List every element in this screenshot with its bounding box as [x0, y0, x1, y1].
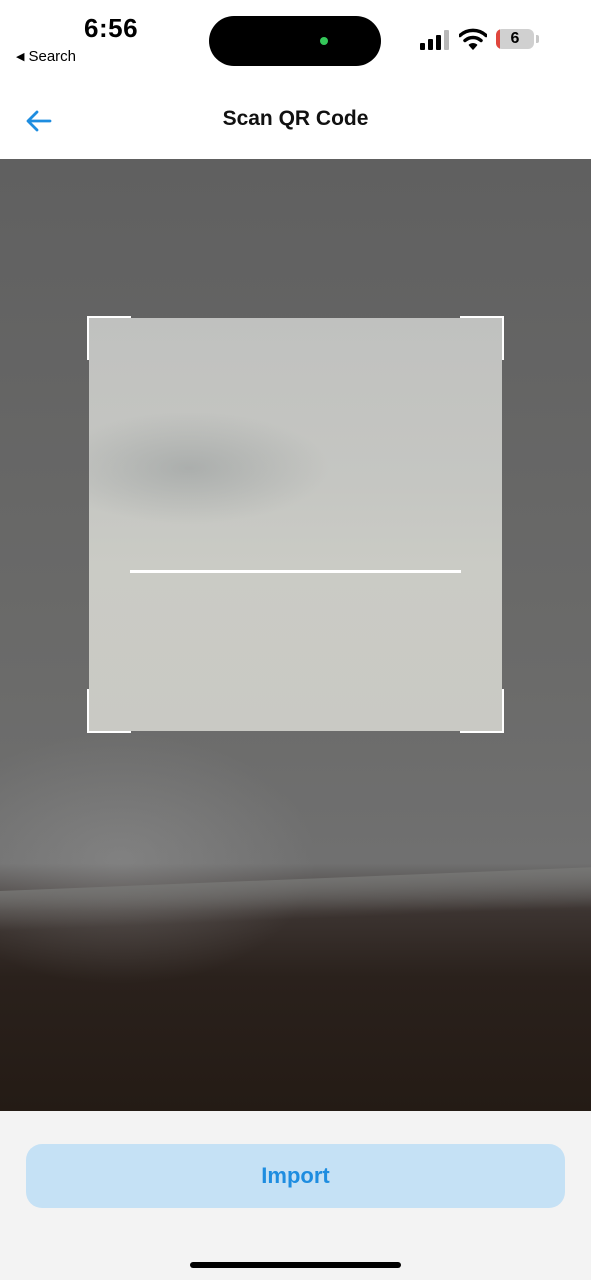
page-title: Scan QR Code [222, 107, 369, 130]
camera-scene-edge [0, 866, 591, 932]
scan-frame-corner-top-left [87, 316, 131, 360]
dynamic-island [209, 16, 381, 66]
camera-preview [0, 159, 591, 1111]
battery-terminal [536, 35, 539, 43]
scan-frame [87, 316, 504, 733]
scan-frame-corner-bottom-right [460, 689, 504, 733]
scan-frame-corner-bottom-left [87, 689, 131, 733]
back-to-app-label: Search [28, 48, 76, 65]
back-to-app-link[interactable]: ◀ Search [16, 48, 76, 65]
scan-line [130, 570, 461, 573]
battery-percentage: 6 [510, 30, 520, 47]
home-indicator[interactable] [190, 1262, 401, 1268]
navigation-bar: Scan QR Code [0, 80, 591, 159]
wifi-icon [458, 28, 488, 50]
status-time: 6:56 [84, 13, 139, 43]
qr-scan-screen: 6:56 ◀ Search 6 Scan QR Code Import [0, 0, 591, 1280]
back-triangle-icon: ◀ [16, 51, 25, 63]
cellular-signal-icon [420, 30, 450, 50]
import-button[interactable]: Import [26, 1144, 565, 1208]
status-bar: 6:56 ◀ Search 6 [0, 0, 591, 80]
camera-in-use-indicator [320, 37, 328, 45]
bottom-action-panel: Import [0, 1111, 591, 1280]
scan-frame-corner-top-right [460, 316, 504, 360]
battery-icon: 6 [496, 29, 534, 49]
